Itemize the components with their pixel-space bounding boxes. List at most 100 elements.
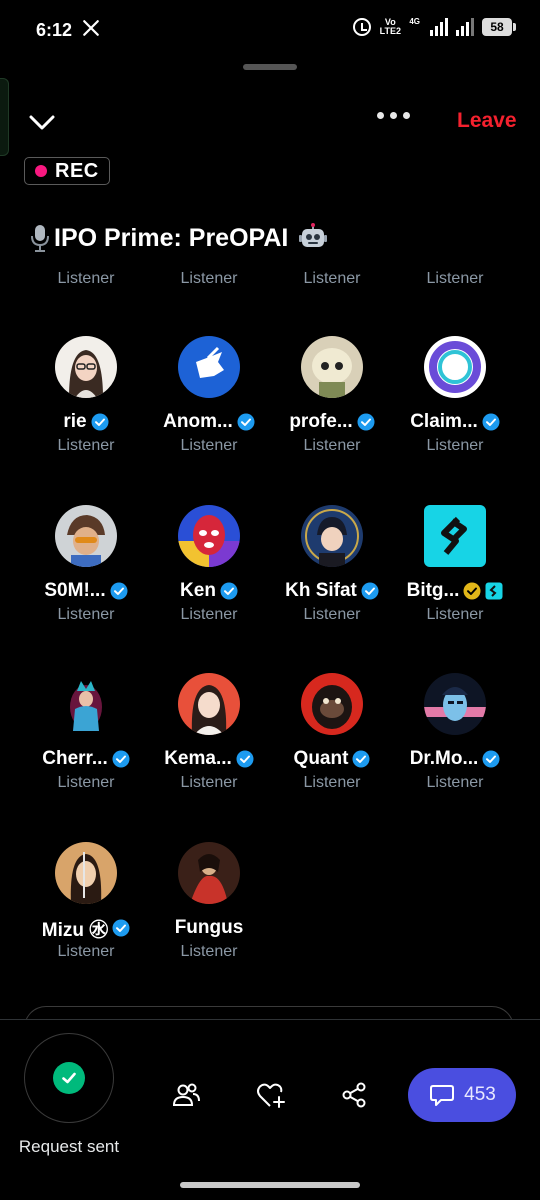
listener-role: Listener [426, 606, 484, 623]
home-indicator[interactable] [180, 1182, 360, 1188]
chat-button[interactable]: 453 [408, 1068, 516, 1122]
share-button[interactable] [339, 1080, 369, 1110]
avatar [55, 505, 117, 567]
avatar [301, 505, 363, 567]
more-options-button[interactable] [377, 112, 410, 119]
listener-card[interactable]: Quant Listener [272, 673, 392, 792]
chat-count: 453 [464, 1084, 496, 1105]
verified-badge-icon [112, 919, 130, 937]
people-icon [172, 1083, 200, 1106]
avatar [55, 673, 117, 735]
avatar [55, 842, 117, 904]
verified-badge-icon [236, 750, 254, 768]
microphone-icon [31, 225, 49, 252]
listener-role: Listener [180, 943, 238, 960]
signal-icon [430, 18, 448, 36]
listener-name: Fungus [174, 917, 244, 938]
listener-role: Listener [180, 606, 238, 623]
listener-card[interactable]: Claim... Listener [395, 336, 515, 455]
request-to-speak-button[interactable] [24, 1033, 114, 1123]
affiliate-logo-icon [485, 582, 503, 600]
listener-role: Listener [57, 774, 115, 791]
request-status-label: Request sent [18, 1137, 120, 1156]
listener-name: Bitg... [406, 580, 460, 601]
volte-label: Vo LTE2 [379, 17, 401, 36]
avatar [301, 336, 363, 398]
listener-role: Listener [426, 437, 484, 454]
avatar [178, 336, 240, 398]
verified-badge-icon [110, 582, 128, 600]
listener-role: Listener [180, 437, 238, 454]
listener-name: Quant [293, 748, 349, 769]
network-type: 4G [409, 16, 420, 26]
avatar [178, 842, 240, 904]
listener-name: rie [63, 411, 87, 432]
listener-card[interactable]: rie Listener [26, 336, 146, 455]
verified-badge-icon [220, 582, 238, 600]
people-button[interactable] [171, 1080, 201, 1110]
listener-card[interactable]: Anom... Listener [149, 336, 269, 455]
collapse-button[interactable] [28, 108, 56, 136]
alarm-icon [353, 18, 372, 36]
verified-badge-icon [482, 413, 500, 431]
check-icon [53, 1062, 85, 1094]
listener-card[interactable]: profe... Listener [272, 336, 392, 455]
avatar [178, 505, 240, 567]
battery-indicator: 58 [482, 18, 516, 36]
drag-handle[interactable] [243, 64, 297, 70]
avatar [301, 673, 363, 735]
listener-name: Ken [180, 580, 216, 601]
chevron-down-icon [29, 115, 55, 130]
listener-name: S0M!... [44, 580, 106, 601]
listener-card[interactable]: S0M!... Listener [26, 505, 146, 624]
react-button[interactable] [255, 1080, 285, 1110]
listener-card[interactable]: Cherr... Listener [26, 673, 146, 792]
avatar [424, 336, 486, 398]
verified-badge-icon [91, 413, 109, 431]
listener-role: Listener [180, 270, 238, 287]
avatar [424, 505, 486, 567]
robot-icon [299, 223, 328, 247]
recording-label: REC [55, 159, 99, 182]
listener-card[interactable]: Kh Sifat Listener [272, 505, 392, 624]
avatar [424, 673, 486, 735]
listener-name: Claim... [410, 411, 478, 432]
verified-badge-icon [112, 750, 130, 768]
edge-handle[interactable] [0, 78, 9, 156]
share-icon [342, 1082, 366, 1108]
verified-badge-icon [482, 750, 500, 768]
listener-role: Listener [426, 270, 484, 287]
listener-card[interactable]: Dr.Mo... Listener [395, 673, 515, 792]
listener-role: Listener [180, 774, 238, 791]
verified-badge-icon [237, 413, 255, 431]
heart-plus-icon [257, 1083, 285, 1108]
listener-name: Dr.Mo... [409, 748, 479, 769]
x-logo-icon [82, 19, 100, 43]
listener-role: Listener [57, 437, 115, 454]
avatar [55, 336, 117, 398]
leave-button[interactable]: Leave [457, 109, 517, 133]
listener-name: profe... [289, 411, 353, 432]
listener-role: Listener [57, 606, 115, 623]
verified-badge-gold-icon [463, 582, 481, 600]
recording-badge: REC [24, 157, 110, 185]
listener-role: Listener [303, 606, 361, 623]
listener-card[interactable]: Bitg... Listener [395, 505, 515, 624]
verified-badge-icon [352, 750, 370, 768]
listener-card[interactable]: Ken Listener [149, 505, 269, 624]
status-time: 6:12 [36, 20, 73, 40]
listener-role: Listener [303, 270, 361, 287]
listener-name: Kema... [164, 748, 232, 769]
listener-card[interactable]: Kema... Listener [149, 673, 269, 792]
listener-name: Mizu ㊌ [41, 919, 109, 941]
chat-bubble-icon [430, 1085, 455, 1106]
avatar [178, 673, 240, 735]
listener-role: Listener [426, 774, 484, 791]
listener-name: Cherr... [42, 748, 108, 769]
listener-role: Listener [57, 943, 115, 960]
verified-badge-icon [361, 582, 379, 600]
listener-role: Listener [303, 774, 361, 791]
listener-card[interactable]: Fungus Listener [149, 842, 269, 961]
listener-card[interactable]: Mizu ㊌ Listener [26, 842, 146, 961]
verified-badge-icon [357, 413, 375, 431]
